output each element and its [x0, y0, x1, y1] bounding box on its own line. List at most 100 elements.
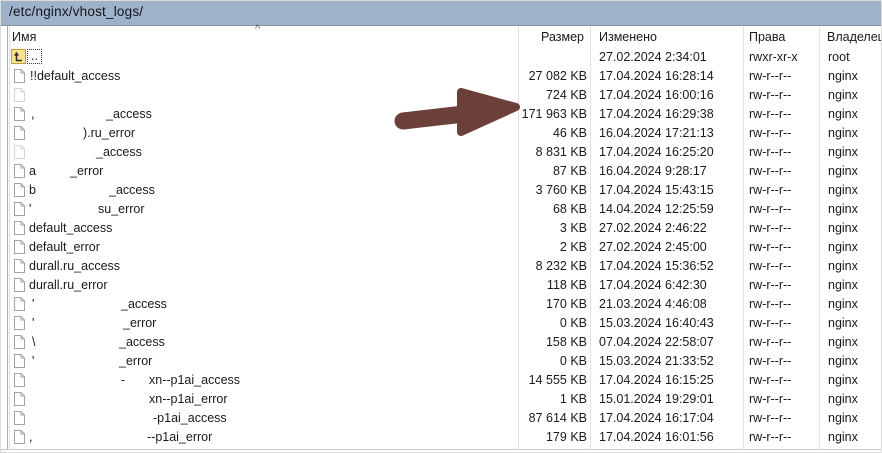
- file-size: 170 KB: [421, 297, 587, 311]
- file-icon: [13, 410, 26, 429]
- file-owner: nginx: [828, 126, 858, 140]
- file-name: b: [29, 183, 36, 197]
- file-row[interactable]: durall.ru_error118 KB17.04.2024 6:42:30r…: [1, 276, 882, 295]
- file-rights: rw-r--r--: [749, 221, 791, 235]
- file-row[interactable]: xn--p1ai_error1 KB15.01.2024 19:29:01rw-…: [1, 390, 882, 409]
- file-row[interactable]: -xn--p1ai_access14 555 KB17.04.2024 16:1…: [1, 371, 882, 390]
- file-icon: [13, 391, 26, 410]
- file-rights: rw-r--r--: [749, 69, 791, 83]
- file-owner: nginx: [828, 69, 858, 83]
- file-row[interactable]: '_error0 KB15.03.2024 16:40:43rw-r--r--n…: [1, 314, 882, 333]
- file-icon: [13, 201, 26, 220]
- file-rights: rw-r--r--: [749, 202, 791, 216]
- file-modified: 16.04.2024 17:21:13: [599, 126, 714, 140]
- file-icon: [13, 144, 26, 163]
- file-modified: 17.04.2024 16:25:20: [599, 145, 714, 159]
- column-headers: Имя ^ Размер Изменено Права Владелец: [1, 26, 882, 48]
- file-owner: nginx: [828, 297, 858, 311]
- file-row[interactable]: \_access158 KB07.04.2024 22:58:07rw-r--r…: [1, 333, 882, 352]
- file-rights: rw-r--r--: [749, 107, 791, 121]
- file-name: ': [32, 297, 34, 311]
- file-icon: [13, 68, 26, 87]
- file-row[interactable]: default_access3 KB27.02.2024 2:46:22rw-r…: [1, 219, 882, 238]
- column-header-name[interactable]: Имя: [12, 30, 36, 44]
- file-name: ).ru_error: [83, 126, 135, 140]
- sort-ascending-icon[interactable]: ^: [255, 23, 260, 35]
- file-owner: nginx: [828, 164, 858, 178]
- file-rights: rw-r--r--: [749, 145, 791, 159]
- file-owner: nginx: [828, 316, 858, 330]
- file-name: ': [29, 202, 31, 216]
- file-modified: 16.04.2024 9:28:17: [599, 164, 707, 178]
- path-bar[interactable]: /etc/nginx/vhost_logs/: [1, 1, 882, 26]
- file-row[interactable]: ,--p1ai_error179 KB17.04.2024 16:01:56rw…: [1, 428, 882, 447]
- file-name: _error: [70, 164, 103, 178]
- file-size: 2 KB: [421, 240, 587, 254]
- file-modified: 15.03.2024 16:40:43: [599, 316, 714, 330]
- file-rights: rwxr-xr-x: [749, 50, 798, 64]
- file-row[interactable]: _access 8 831 KB 17.04.2024 16:25:20 rw-r--…: [1, 143, 882, 162]
- file-owner: nginx: [828, 335, 858, 349]
- file-rights: rw-r--r--: [749, 183, 791, 197]
- file-name: default_error: [29, 240, 100, 254]
- file-row[interactable]: -p1ai_access87 614 KB17.04.2024 16:17:04…: [1, 409, 882, 428]
- file-name: default_access: [29, 221, 112, 235]
- file-rights: rw-r--r--: [749, 373, 791, 387]
- file-owner: nginx: [828, 354, 858, 368]
- file-name: \: [32, 335, 35, 349]
- file-icon: [13, 125, 26, 144]
- parent-directory-icon: [11, 49, 26, 67]
- file-icon: [13, 315, 26, 334]
- file-owner: root: [828, 50, 850, 64]
- annotation-arrow: [389, 81, 529, 139]
- file-row[interactable]: durall.ru_access8 232 KB17.04.2024 15:36…: [1, 257, 882, 276]
- file-name: ': [32, 354, 34, 368]
- file-modified: 17.04.2024 16:17:04: [599, 411, 714, 425]
- file-name: _access: [121, 297, 167, 311]
- file-size: 8 232 KB: [421, 259, 587, 273]
- file-name: _access: [96, 145, 142, 159]
- column-header-rights[interactable]: Права: [749, 30, 785, 44]
- file-size: 8 831 KB: [421, 145, 587, 159]
- file-icon: [13, 296, 26, 315]
- file-name: _error: [119, 354, 152, 368]
- file-size: 87 614 KB: [421, 411, 587, 425]
- file-rights: rw-r--r--: [749, 297, 791, 311]
- file-rights: rw-r--r--: [749, 259, 791, 273]
- file-row[interactable]: 'su_error68 KB14.04.2024 12:25:59rw-r--r…: [1, 200, 882, 219]
- file-name: -: [121, 373, 125, 387]
- file-size: 179 KB: [421, 430, 587, 444]
- file-row[interactable]: ..27.02.2024 2:34:01rwxr-xr-xroot: [1, 48, 882, 67]
- file-size: 3 760 KB: [421, 183, 587, 197]
- file-name: xn--p1ai_access: [149, 373, 240, 387]
- file-row[interactable]: a_error87 KB16.04.2024 9:28:17rw-r--r--n…: [1, 162, 882, 181]
- column-header-owner[interactable]: Владелец: [827, 30, 882, 44]
- file-size: 68 KB: [421, 202, 587, 216]
- file-name: --p1ai_error: [147, 430, 212, 444]
- file-modified: 17.04.2024 16:15:25: [599, 373, 714, 387]
- file-owner: nginx: [828, 411, 858, 425]
- file-modified: 07.04.2024 22:58:07: [599, 335, 714, 349]
- file-rights: rw-r--r--: [749, 392, 791, 406]
- file-name: _access: [106, 107, 152, 121]
- file-row[interactable]: '_error0 KB15.03.2024 21:33:52rw-r--r--n…: [1, 352, 882, 371]
- file-row[interactable]: default_error2 KB27.02.2024 2:45:00rw-r-…: [1, 238, 882, 257]
- file-modified: 17.04.2024 16:29:38: [599, 107, 714, 121]
- file-name: su_error: [98, 202, 145, 216]
- file-name: ..: [27, 49, 42, 64]
- file-owner: nginx: [828, 240, 858, 254]
- file-icon: [13, 220, 26, 239]
- file-row[interactable]: b_access3 760 KB17.04.2024 15:43:15rw-r-…: [1, 181, 882, 200]
- column-header-size[interactable]: Размер: [421, 30, 584, 44]
- file-name: a: [29, 164, 36, 178]
- file-size: 118 KB: [421, 278, 587, 292]
- file-name: _error: [123, 316, 156, 330]
- column-header-modified[interactable]: Изменено: [599, 30, 657, 44]
- file-icon: [13, 87, 26, 106]
- file-owner: nginx: [828, 145, 858, 159]
- file-modified: 17.04.2024 15:36:52: [599, 259, 714, 273]
- file-owner: nginx: [828, 430, 858, 444]
- file-name: durall.ru_error: [29, 278, 108, 292]
- file-row[interactable]: '_access170 KB21.03.2024 4:46:08rw-r--r-…: [1, 295, 882, 314]
- file-modified: 27.02.2024 2:46:22: [599, 221, 707, 235]
